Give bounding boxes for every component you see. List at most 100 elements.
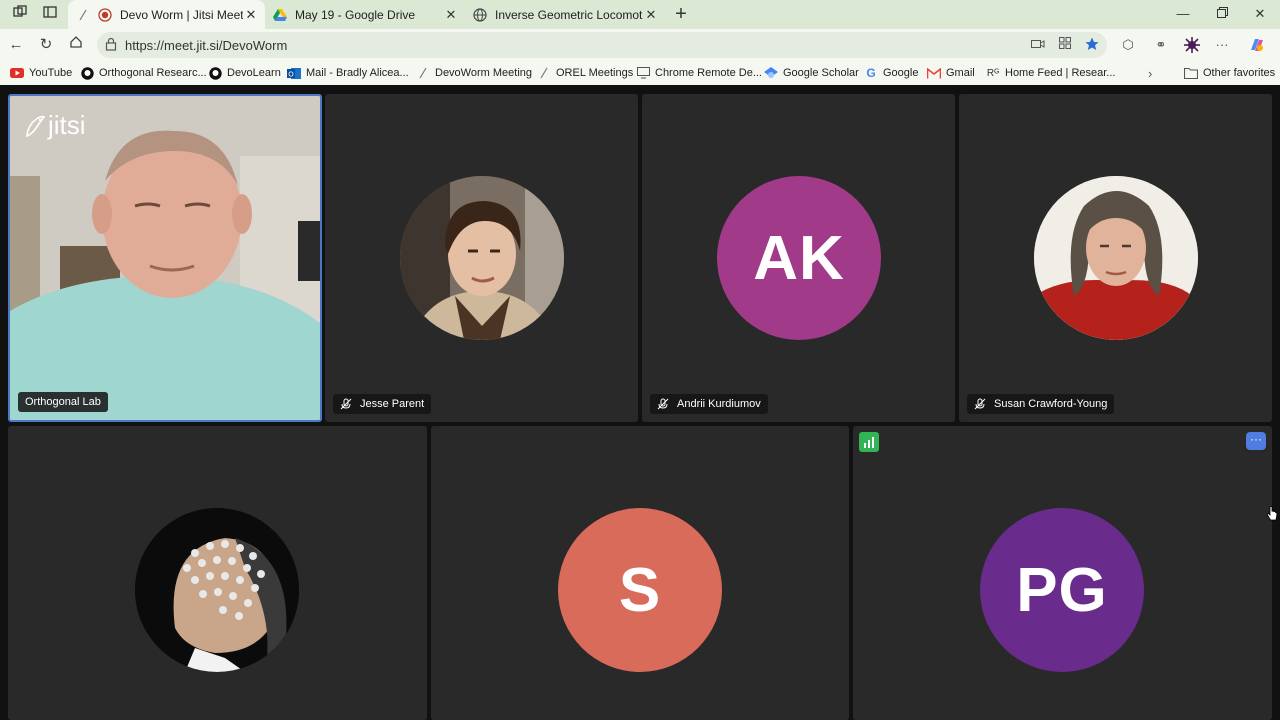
- bookmark-label: Google Scholar: [783, 67, 859, 79]
- participant-tile-orthogonal-lab[interactable]: jitsi Orthogonal Lab: [8, 94, 322, 422]
- jitsi-icon: [537, 66, 551, 80]
- bookmark-label: Orthogonal Researc...: [99, 67, 207, 79]
- bookmark-orthogonal[interactable]: Orthogonal Researc...: [80, 65, 207, 81]
- bookmark-label: Gmail: [946, 67, 975, 79]
- mic-muted-icon: [657, 398, 669, 410]
- bookmark-label: Mail - Bradly Alicea...: [306, 67, 409, 79]
- bookmark-label: OREL Meetings: [556, 67, 634, 79]
- participant-nameplate: Andrii Kurdiumov: [650, 394, 768, 414]
- remote-desktop-icon: [636, 66, 650, 80]
- svg-text:O: O: [288, 70, 294, 78]
- outlook-icon: O: [287, 66, 301, 80]
- bookmark-label: DevoLearn: [227, 67, 281, 79]
- copilot-icon[interactable]: [1248, 36, 1266, 54]
- bookmark-label: Home Feed | Resear...: [1005, 67, 1116, 79]
- bookmark-google-scholar[interactable]: Google Scholar: [764, 65, 859, 81]
- bookmark-researchgate[interactable]: Rᴳ Home Feed | Resear...: [986, 65, 1116, 81]
- researchgate-icon: Rᴳ: [986, 67, 1000, 79]
- tab-label: May 19 - Google Drive: [295, 7, 416, 22]
- participant-nameplate: Susan Crawford-Young: [967, 394, 1115, 414]
- bookmark-orel-meetings[interactable]: OREL Meetings: [537, 65, 633, 81]
- tab-label: Devo Worm | Jitsi Meet: [120, 7, 243, 22]
- participant-tile-susan-crawford-young[interactable]: Susan Crawford-Young: [959, 94, 1272, 422]
- bookmark-chrome-remote[interactable]: Chrome Remote De...: [636, 65, 762, 81]
- google-icon: G: [866, 66, 876, 80]
- participant-tile-jesse-parent[interactable]: Jesse Parent: [325, 94, 638, 422]
- new-tab-icon[interactable]: +: [670, 3, 692, 25]
- youtube-icon: [10, 66, 24, 80]
- chevron-right-icon[interactable]: ›: [1148, 65, 1152, 81]
- github-icon: [80, 66, 94, 80]
- mic-muted-icon: [340, 398, 352, 410]
- bookmark-other-favorites[interactable]: Other favorites: [1184, 65, 1275, 81]
- workspaces-icon[interactable]: [10, 5, 30, 23]
- participant-tile-andrii-kurdiumov[interactable]: AK Andrii Kurdiumov: [642, 94, 955, 422]
- bookmark-google[interactable]: G Google: [864, 65, 918, 81]
- bookmarks-bar: YouTube Orthogonal Researc... DevoLearn …: [0, 61, 1280, 85]
- address-toolbar: ← ↻ https://meet.jit.si/DevoWorm ⬡ ⚭ ···: [0, 29, 1280, 61]
- restore-icon[interactable]: [1207, 4, 1237, 24]
- tab-devo-worm[interactable]: Devo Worm | Jitsi Meet ✕: [68, 0, 265, 29]
- lock-icon[interactable]: [105, 37, 119, 53]
- meeting-area: jitsi Orthogonal Lab Jesse Parent AK And…: [0, 85, 1280, 720]
- github-icon: [208, 66, 222, 80]
- scholar-icon: [764, 66, 778, 80]
- participant-avatar-photo: [400, 176, 564, 340]
- connection-quality-icon[interactable]: [859, 432, 879, 452]
- bookmark-devoworm-meeting[interactable]: DevoWorm Meeting: [416, 65, 532, 81]
- participant-nameplate: Jesse Parent: [333, 394, 432, 414]
- gmail-icon: [927, 66, 941, 80]
- participant-avatar-initials: S: [558, 508, 722, 672]
- participant-avatar-photo: [1034, 176, 1198, 340]
- app-available-icon[interactable]: [1057, 37, 1073, 53]
- bookmark-label: Google: [883, 67, 919, 79]
- participant-name: Susan Crawford-Young: [994, 398, 1108, 410]
- close-icon[interactable]: ✕: [243, 7, 259, 23]
- participant-tile-7[interactable]: ··· PG: [853, 426, 1272, 720]
- tab-actions-icon[interactable]: [40, 5, 60, 23]
- participant-tile-6[interactable]: S: [431, 426, 849, 720]
- jitsi-icon: [416, 66, 430, 80]
- jitsi-logo-text: jitsi: [48, 110, 86, 140]
- tab-label: Inverse Geometric Locomotion: [495, 7, 643, 22]
- collections-icon[interactable]: ⚭: [1152, 36, 1170, 54]
- bookmark-youtube[interactable]: YouTube: [10, 65, 72, 81]
- bookmark-gmail[interactable]: Gmail: [927, 65, 975, 81]
- bookmark-label: YouTube: [29, 67, 73, 79]
- tab-inverse-geometric[interactable]: Inverse Geometric Locomotion ✕: [465, 0, 665, 29]
- participant-name: Jesse Parent: [360, 398, 425, 410]
- jitsi-logo: jitsi: [24, 110, 86, 141]
- camera-icon[interactable]: [1030, 37, 1046, 53]
- minimize-icon[interactable]: —: [1168, 4, 1198, 24]
- close-icon[interactable]: ✕: [443, 7, 459, 23]
- participant-tile-5[interactable]: [8, 426, 427, 720]
- extensions-icon[interactable]: ⬡: [1119, 36, 1137, 54]
- bookmark-label: Other favorites: [1203, 67, 1276, 79]
- globe-icon: [473, 7, 487, 22]
- folder-icon: [1184, 66, 1198, 80]
- close-icon[interactable]: ✕: [643, 7, 659, 23]
- home-icon[interactable]: [66, 35, 86, 55]
- url-text: https://meet.jit.si/DevoWorm: [125, 38, 288, 53]
- close-window-icon[interactable]: ✕: [1245, 4, 1275, 24]
- favorite-star-icon[interactable]: [1084, 37, 1100, 53]
- hand-cursor-icon: [1267, 506, 1278, 521]
- participant-name: Orthogonal Lab: [25, 396, 101, 408]
- more-options-icon[interactable]: ···: [1246, 432, 1266, 450]
- address-bar[interactable]: https://meet.jit.si/DevoWorm: [97, 32, 1107, 58]
- jitsi-record-icon: [98, 7, 112, 22]
- bookmark-label: DevoWorm Meeting: [435, 67, 532, 79]
- more-menu-icon[interactable]: ···: [1213, 36, 1231, 54]
- participant-avatar-initials: AK: [717, 176, 881, 340]
- participant-video: [10, 96, 320, 420]
- tab-google-drive[interactable]: May 19 - Google Drive ✕: [265, 0, 465, 29]
- bookmark-label: Chrome Remote De...: [655, 67, 762, 79]
- jitsi-feather-icon: [76, 8, 90, 22]
- refresh-icon[interactable]: ↻: [36, 35, 56, 55]
- bookmark-mail[interactable]: O Mail - Bradly Alicea...: [287, 65, 409, 81]
- mic-muted-icon: [974, 398, 986, 410]
- participant-avatar-initials: PG: [980, 508, 1144, 672]
- bookmark-devolearn[interactable]: DevoLearn: [208, 65, 281, 81]
- back-icon[interactable]: ←: [6, 35, 26, 55]
- profile-avatar-icon[interactable]: [1183, 36, 1201, 54]
